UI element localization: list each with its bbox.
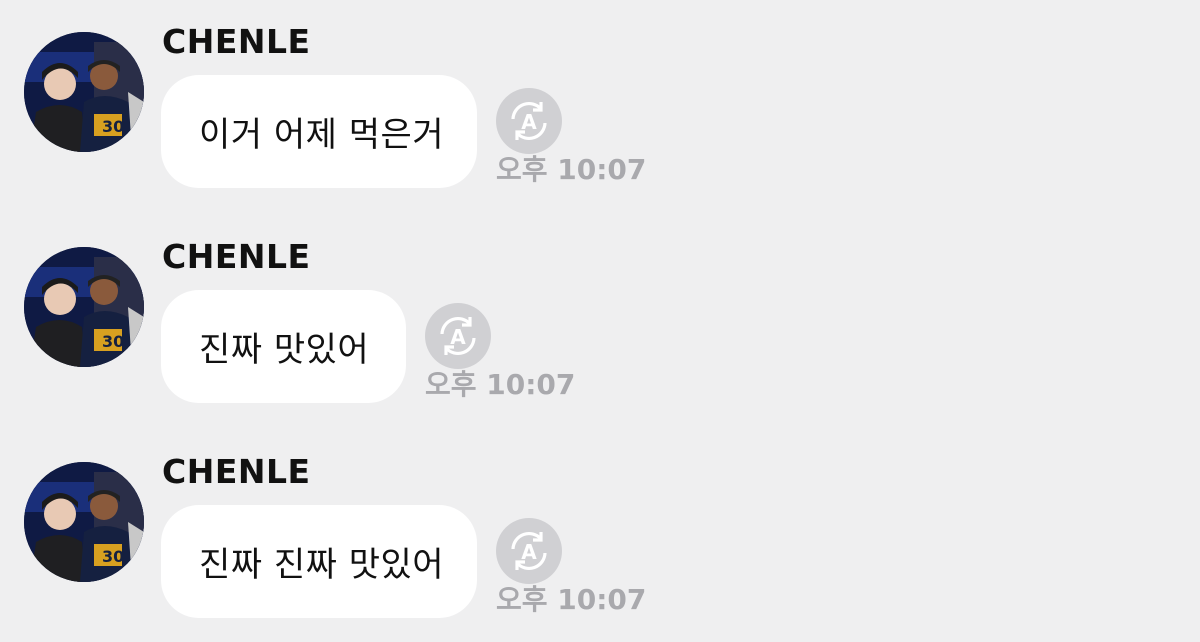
- message-timestamp: 오후 10:07: [425, 368, 576, 401]
- message-meta: A 오후 10:07: [496, 88, 656, 188]
- message-timestamp: 오후 10:07: [496, 583, 647, 616]
- message-text: 진짜 진짜 맛있어: [199, 545, 445, 585]
- avatar[interactable]: 30: [24, 247, 144, 367]
- message-row: 30 CHENLE 이거 어제 먹은거 A 오후 10:07: [0, 0, 1200, 200]
- avatar[interactable]: 30: [24, 32, 144, 152]
- svg-text:A: A: [521, 110, 537, 134]
- message-meta: A 오후 10:07: [425, 303, 585, 403]
- message-bubble[interactable]: 이거 어제 먹은거: [161, 75, 477, 188]
- message-bubble[interactable]: 진짜 진짜 맛있어: [161, 505, 477, 618]
- message-timestamp: 오후 10:07: [496, 153, 647, 186]
- auto-translate-icon[interactable]: A: [425, 303, 491, 369]
- auto-translate-icon[interactable]: A: [496, 518, 562, 584]
- message-row: 30 CHENLE 진짜 맛있어 A 오후 10:07: [0, 215, 1200, 415]
- sender-name: CHENLE: [162, 237, 311, 276]
- svg-text:30: 30: [102, 332, 124, 351]
- sender-name: CHENLE: [162, 22, 311, 61]
- message-text: 이거 어제 먹은거: [199, 115, 445, 155]
- svg-text:A: A: [450, 325, 466, 349]
- auto-translate-icon[interactable]: A: [496, 88, 562, 154]
- svg-text:30: 30: [102, 117, 124, 136]
- svg-text:30: 30: [102, 547, 124, 566]
- sender-name: CHENLE: [162, 452, 311, 491]
- svg-text:A: A: [521, 540, 537, 564]
- message-bubble[interactable]: 진짜 맛있어: [161, 290, 406, 403]
- avatar[interactable]: 30: [24, 462, 144, 582]
- message-meta: A 오후 10:07: [496, 518, 656, 618]
- message-row: 30 CHENLE 진짜 진짜 맛있어 A 오후 10:07: [0, 430, 1200, 630]
- message-text: 진짜 맛있어: [199, 330, 370, 370]
